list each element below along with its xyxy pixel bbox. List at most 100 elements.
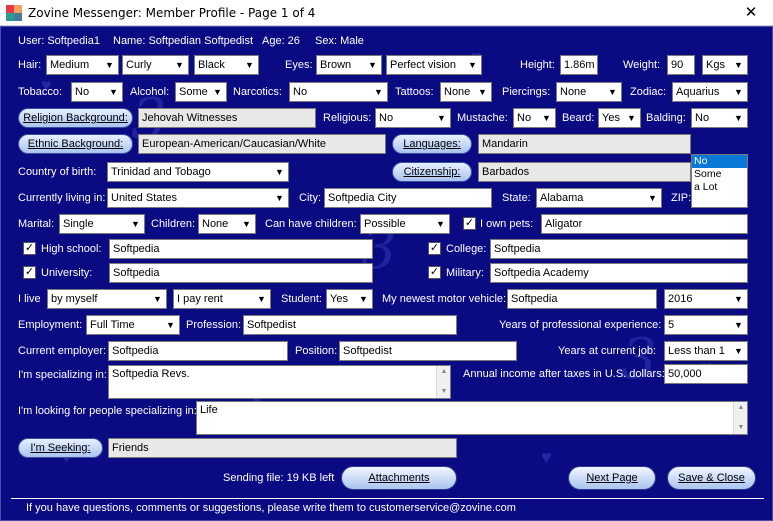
annual-income-input[interactable]: 50,000 xyxy=(664,364,748,384)
sending-file-label: Sending file: 19 KB left xyxy=(223,472,335,484)
tattoos-label: Tattoos: xyxy=(395,86,434,98)
hair-style-select[interactable]: Curly ▼ xyxy=(122,55,189,75)
app-icon xyxy=(6,5,22,21)
mustache-select[interactable]: No ▼ xyxy=(513,108,556,128)
chevron-down-icon: ▼ xyxy=(730,290,747,308)
languages-button[interactable]: Languages: xyxy=(392,134,472,154)
piercings-select[interactable]: None ▼ xyxy=(556,82,622,102)
high-school-label: High school: xyxy=(41,243,102,255)
languages-field[interactable]: Mandarin xyxy=(478,134,691,154)
country-of-birth-label: Country of birth: xyxy=(18,166,97,178)
weight-unit-select[interactable]: Kgs ▼ xyxy=(702,55,748,75)
chevron-down-icon: ▼ xyxy=(730,83,747,101)
can-have-children-select[interactable]: Possible ▼ xyxy=(360,214,450,234)
hair-length-select[interactable]: Medium ▼ xyxy=(46,55,119,75)
tobacco-select[interactable]: No ▼ xyxy=(71,82,123,102)
religious-select[interactable]: No ▼ xyxy=(375,108,451,128)
looking-for-label: I'm looking for people specializing in: xyxy=(18,405,197,417)
balding-option[interactable]: Some xyxy=(692,168,747,181)
looking-for-textarea[interactable]: Life ▲ ▼ xyxy=(196,401,748,435)
religion-background-button[interactable]: Religion Background: xyxy=(18,108,133,128)
hair-color-select[interactable]: Black ▼ xyxy=(194,55,259,75)
balding-option[interactable]: No xyxy=(692,155,747,168)
height-input[interactable]: 1.86m xyxy=(560,55,598,75)
student-label: Student: xyxy=(281,293,322,305)
vehicle-input[interactable]: Softpedia xyxy=(507,289,657,309)
vision-select[interactable]: Perfect vision ▼ xyxy=(386,55,482,75)
high-school-input[interactable]: Softpedia xyxy=(109,239,373,259)
city-input[interactable]: Softpedia City xyxy=(324,188,492,208)
specializing-label: I'm specializing in: xyxy=(18,369,107,381)
footer-text: If you have questions, comments or sugge… xyxy=(26,502,516,514)
weight-input[interactable]: 90 xyxy=(667,55,695,75)
children-select[interactable]: None ▼ xyxy=(198,214,256,234)
chevron-down-icon: ▼ xyxy=(162,316,179,334)
balding-dropdown-list[interactable]: No Some a Lot xyxy=(691,154,748,208)
alcohol-label: Alcohol: xyxy=(130,86,170,98)
beard-select[interactable]: Yes ▼ xyxy=(598,108,641,128)
profile-panel: 3 3 3 3 ♥ ♥ ♥ ♥ ♥ ♥ User: Softpedia1 Nam… xyxy=(0,26,773,521)
chevron-down-icon: ▼ xyxy=(209,83,226,101)
scrollbar[interactable]: ▲ ▼ xyxy=(436,366,450,398)
chevron-down-icon: ▼ xyxy=(238,215,255,233)
ethnic-background-button[interactable]: Ethnic Background: xyxy=(18,134,133,154)
current-employer-label: Current employer: xyxy=(18,345,107,357)
beard-label: Beard: xyxy=(562,112,595,124)
zodiac-select[interactable]: Aquarius ▼ xyxy=(672,82,748,102)
housing-select[interactable]: I pay rent ▼ xyxy=(173,289,271,309)
years-experience-select[interactable]: 5 ▼ xyxy=(664,315,748,335)
religion-field[interactable]: Jehovah Witnesses xyxy=(138,108,316,128)
university-checkbox[interactable]: ✓ xyxy=(23,266,36,279)
scroll-down-icon[interactable]: ▼ xyxy=(437,386,450,398)
employment-select[interactable]: Full Time ▼ xyxy=(86,315,180,335)
current-employer-input[interactable]: Softpedia xyxy=(108,341,288,361)
years-experience-label: Years of professional experience: xyxy=(499,319,662,331)
citizenship-field[interactable]: Barbados xyxy=(478,162,691,182)
tobacco-label: Tobacco: xyxy=(18,86,63,98)
scrollbar[interactable]: ▲ ▼ xyxy=(733,402,747,434)
piercings-label: Piercings: xyxy=(502,86,551,98)
balding-option[interactable]: a Lot xyxy=(692,181,747,194)
state-select[interactable]: Alabama ▼ xyxy=(536,188,662,208)
vehicle-year-select[interactable]: 2016 ▼ xyxy=(664,289,748,309)
high-school-checkbox[interactable]: ✓ xyxy=(23,242,36,255)
marital-select[interactable]: Single ▼ xyxy=(59,214,145,234)
military-input[interactable]: Softpedia Academy xyxy=(490,263,748,283)
ethnic-field[interactable]: European-American/Caucasian/White xyxy=(138,134,386,154)
title-bar: Zovine Messenger: Member Profile - Page … xyxy=(0,0,773,26)
chevron-down-icon: ▼ xyxy=(623,109,640,127)
seeking-button[interactable]: I'm Seeking: xyxy=(18,438,103,458)
citizenship-button[interactable]: Citizenship: xyxy=(392,162,472,182)
scroll-up-icon[interactable]: ▲ xyxy=(437,366,450,378)
specializing-textarea[interactable]: Softpedia Revs. ▲ ▼ xyxy=(108,365,451,399)
currently-living-select[interactable]: United States ▼ xyxy=(107,188,289,208)
chevron-down-icon: ▼ xyxy=(364,56,381,74)
live-with-select[interactable]: by myself ▼ xyxy=(47,289,167,309)
scroll-up-icon[interactable]: ▲ xyxy=(734,402,747,414)
student-select[interactable]: Yes ▼ xyxy=(326,289,373,309)
save-close-button[interactable]: Save & Close xyxy=(667,466,756,490)
narcotics-select[interactable]: No ▼ xyxy=(289,82,388,102)
country-of-birth-select[interactable]: Trinidad and Tobago ▼ xyxy=(107,162,289,182)
military-checkbox[interactable]: ✓ xyxy=(428,266,441,279)
profession-label: Profession: xyxy=(186,319,242,331)
chevron-down-icon: ▼ xyxy=(464,56,481,74)
college-checkbox[interactable]: ✓ xyxy=(428,242,441,255)
position-input[interactable]: Softpedist xyxy=(339,341,517,361)
years-current-job-select[interactable]: Less than 1 ▼ xyxy=(664,341,748,361)
scroll-down-icon[interactable]: ▼ xyxy=(734,422,747,434)
university-input[interactable]: Softpedia xyxy=(109,263,373,283)
own-pets-checkbox[interactable]: ✓ xyxy=(463,217,476,230)
college-input[interactable]: Softpedia xyxy=(490,239,748,259)
chevron-down-icon: ▼ xyxy=(474,83,491,101)
pets-input[interactable]: Aligator xyxy=(541,214,748,234)
balding-select[interactable]: No ▼ xyxy=(691,108,748,128)
next-page-button[interactable]: Next Page xyxy=(568,466,656,490)
eye-color-select[interactable]: Brown ▼ xyxy=(316,55,382,75)
seeking-field[interactable]: Friends xyxy=(108,438,457,458)
attachments-button[interactable]: Attachments xyxy=(341,466,457,490)
profession-input[interactable]: Softpedist xyxy=(243,315,457,335)
close-button[interactable]: ✕ xyxy=(729,0,773,26)
tattoos-select[interactable]: None ▼ xyxy=(440,82,492,102)
alcohol-select[interactable]: Some ▼ xyxy=(175,82,227,102)
